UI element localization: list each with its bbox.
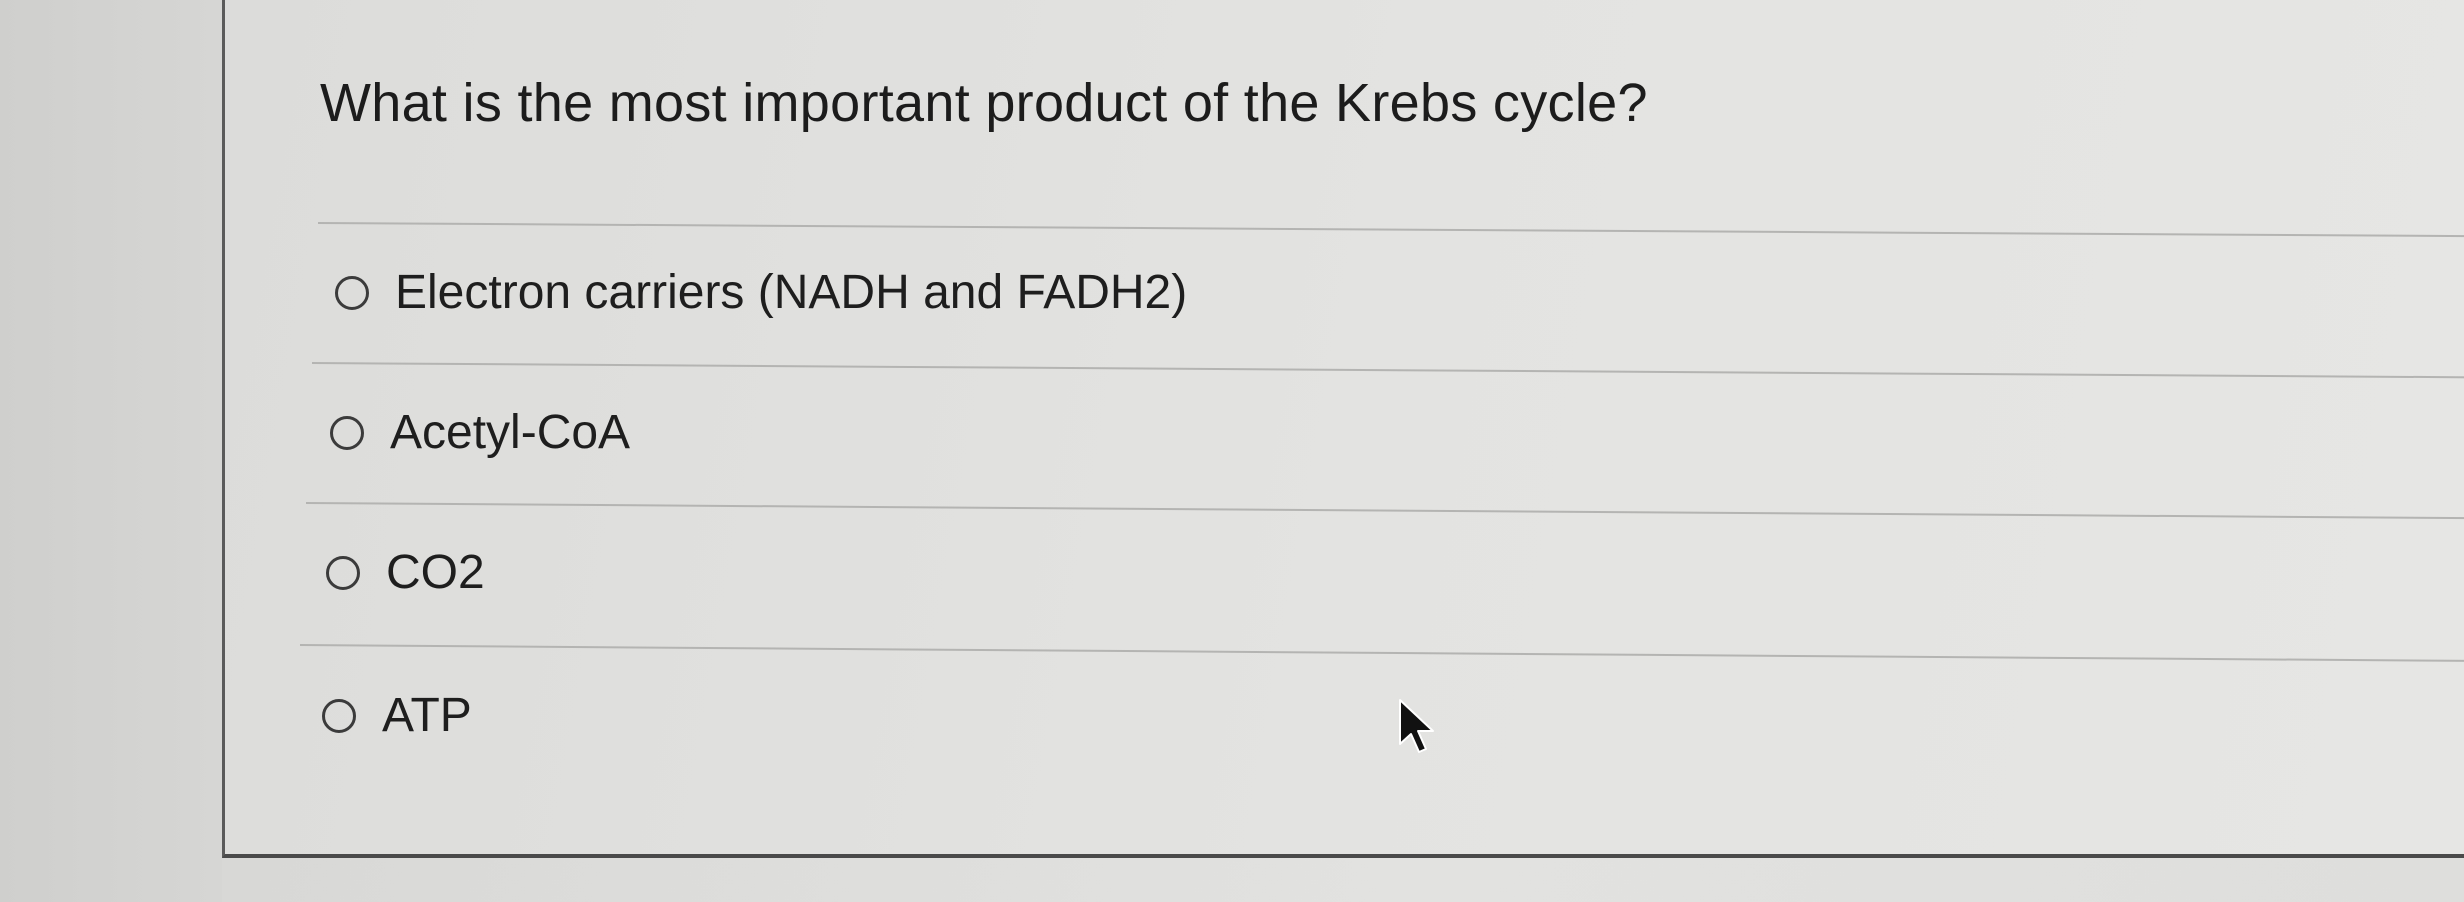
radio-button-icon[interactable] [330, 415, 364, 450]
answer-label: ATP [382, 689, 472, 742]
answer-option-atp[interactable]: ATP [322, 688, 472, 743]
answer-label: CO2 [386, 546, 485, 599]
answer-label: Acetyl-CoA [390, 406, 631, 459]
question-title: What is the most important product of th… [320, 73, 1648, 133]
radio-button-icon[interactable] [326, 555, 360, 590]
answer-option-acetyl-coa[interactable]: Acetyl-CoA [330, 405, 630, 460]
radio-button-icon[interactable] [322, 698, 356, 733]
page-margin [0, 0, 222, 902]
radio-button-icon[interactable] [335, 275, 369, 310]
answer-option-co2[interactable]: CO2 [326, 545, 485, 600]
answer-option-electron-carriers[interactable]: Electron carriers (NADH and FADH2) [335, 265, 1187, 320]
answer-label: Electron carriers (NADH and FADH2) [395, 266, 1188, 319]
mouse-pointer-icon [1399, 699, 1434, 753]
